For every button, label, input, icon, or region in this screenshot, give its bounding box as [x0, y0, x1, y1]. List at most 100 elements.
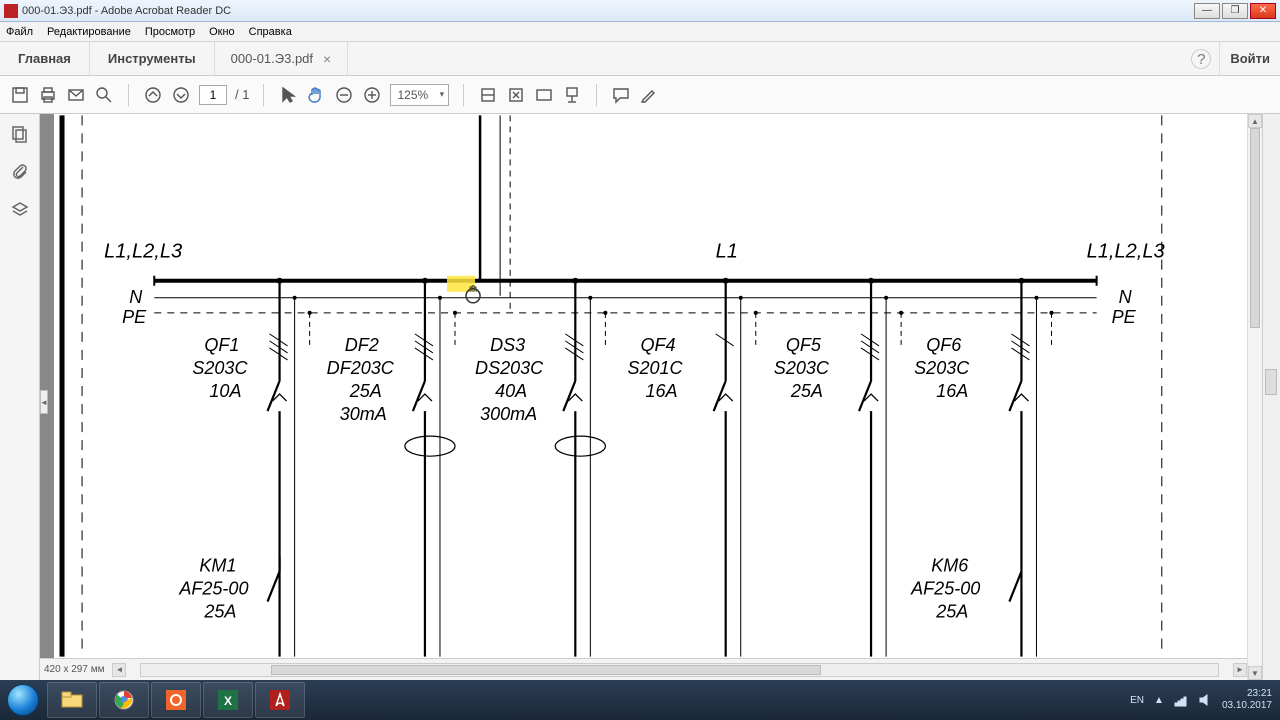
svg-text:QF1: QF1	[204, 335, 239, 355]
taskbar-acrobat[interactable]	[255, 682, 305, 718]
svg-text:PE: PE	[1112, 307, 1137, 327]
tab-close-icon[interactable]: ×	[323, 51, 331, 67]
taskbar: X EN ▲ 23:21 03.10.2017	[0, 680, 1280, 720]
taskbar-excel[interactable]: X	[203, 682, 253, 718]
svg-text:25A: 25A	[935, 602, 968, 622]
svg-text:S203C: S203C	[914, 358, 970, 378]
svg-text:X: X	[224, 694, 232, 708]
zoom-out-icon[interactable]	[334, 85, 354, 105]
page-count: / 1	[235, 87, 249, 102]
maximize-button[interactable]: ❐	[1222, 3, 1248, 19]
help-icon[interactable]: ?	[1191, 49, 1211, 69]
svg-text:N: N	[1119, 287, 1133, 307]
print-icon[interactable]	[38, 85, 58, 105]
tray-lang[interactable]: EN	[1130, 695, 1144, 706]
right-panel[interactable]	[1262, 114, 1280, 680]
svg-text:S203C: S203C	[192, 358, 248, 378]
right-collapse-handle[interactable]	[1265, 369, 1277, 395]
svg-text:40A: 40A	[495, 381, 527, 401]
attachments-icon[interactable]	[10, 162, 30, 182]
svg-text:L1,L2,L3: L1,L2,L3	[104, 241, 182, 263]
tab-document[interactable]: 000-01.Э3.pdf ×	[215, 42, 349, 75]
menu-help[interactable]: Справка	[249, 26, 292, 38]
window-titlebar: 000-01.Э3.pdf - Adobe Acrobat Reader DC …	[0, 0, 1280, 22]
system-tray[interactable]: EN ▲ 23:21 03.10.2017	[1130, 688, 1280, 712]
start-button[interactable]	[0, 680, 46, 720]
select-arrow-icon[interactable]	[278, 85, 298, 105]
tray-network-icon[interactable]	[1174, 693, 1188, 707]
svg-text:S201C: S201C	[627, 358, 683, 378]
svg-text:N: N	[129, 287, 143, 307]
menu-file[interactable]: Файл	[6, 26, 33, 38]
layers-icon[interactable]	[10, 200, 30, 220]
svg-text:25A: 25A	[790, 381, 823, 401]
tab-bar: Главная Инструменты 000-01.Э3.pdf × ? Во…	[0, 42, 1280, 76]
svg-text:16A: 16A	[645, 381, 677, 401]
tray-sound-icon[interactable]	[1198, 693, 1212, 707]
tab-tools[interactable]: Инструменты	[90, 42, 215, 75]
page-up-icon[interactable]	[143, 85, 163, 105]
svg-text:300mA: 300mA	[480, 404, 537, 424]
fullscreen-icon[interactable]	[534, 85, 554, 105]
comment-icon[interactable]	[611, 85, 631, 105]
zoom-in-icon[interactable]	[362, 85, 382, 105]
svg-text:DF2: DF2	[345, 335, 379, 355]
taskbar-explorer[interactable]	[47, 682, 97, 718]
tab-home[interactable]: Главная	[0, 42, 90, 75]
tab-document-label: 000-01.Э3.pdf	[231, 51, 313, 66]
menu-edit[interactable]: Редактирование	[47, 26, 131, 38]
left-collapse-handle[interactable]: ◄	[40, 390, 48, 414]
highlight-icon[interactable]	[639, 85, 659, 105]
taskbar-chrome[interactable]	[99, 682, 149, 718]
svg-text:25A: 25A	[203, 602, 236, 622]
svg-text:QF5: QF5	[786, 335, 822, 355]
svg-text:10A: 10A	[209, 381, 241, 401]
svg-text:DS203C: DS203C	[475, 358, 544, 378]
svg-text:KM6: KM6	[931, 555, 969, 575]
tray-clock[interactable]: 23:21 03.10.2017	[1222, 688, 1272, 712]
svg-text:16A: 16A	[936, 381, 968, 401]
svg-text:30mA: 30mA	[340, 404, 387, 424]
page-down-icon[interactable]	[171, 85, 191, 105]
svg-text:DS3: DS3	[490, 335, 525, 355]
document-viewport[interactable]: L1,L2,L3 N PE L1,L2,L3 N PE L1	[40, 114, 1247, 680]
svg-text:AF25-00: AF25-00	[910, 579, 980, 599]
window-title: 000-01.Э3.pdf - Adobe Acrobat Reader DC	[22, 5, 1194, 17]
hand-tool-icon[interactable]	[306, 85, 326, 105]
close-button[interactable]: ✕	[1250, 3, 1276, 19]
pdf-page: L1,L2,L3 N PE L1,L2,L3 N PE L1	[54, 114, 1247, 658]
svg-text:QF6: QF6	[926, 335, 962, 355]
page-number-input[interactable]	[199, 85, 227, 105]
thumbnails-icon[interactable]	[10, 124, 30, 144]
electrical-diagram: L1,L2,L3 N PE L1,L2,L3 N PE L1	[54, 114, 1247, 658]
svg-text:QF4: QF4	[640, 335, 675, 355]
svg-text:S203C: S203C	[774, 358, 830, 378]
svg-text:DF203C: DF203C	[327, 358, 395, 378]
left-panel	[0, 114, 40, 680]
signin-button[interactable]: Войти	[1219, 42, 1280, 75]
taskbar-app-orange[interactable]	[151, 682, 201, 718]
tray-flag-icon[interactable]: ▲	[1154, 695, 1164, 706]
search-icon[interactable]	[94, 85, 114, 105]
mail-icon[interactable]	[66, 85, 86, 105]
tray-date: 03.10.2017	[1222, 700, 1272, 712]
minimize-button[interactable]: —	[1194, 3, 1220, 19]
svg-text:AF25-00: AF25-00	[178, 579, 248, 599]
toolbar: / 1 125%	[0, 76, 1280, 114]
read-mode-icon[interactable]	[562, 85, 582, 105]
menu-window[interactable]: Окно	[209, 26, 235, 38]
tray-time: 23:21	[1222, 688, 1272, 700]
zoom-value: 125%	[397, 88, 428, 102]
svg-text:L1,L2,L3: L1,L2,L3	[1087, 241, 1165, 263]
menu-bar: Файл Редактирование Просмотр Окно Справк…	[0, 22, 1280, 42]
fit-width-icon[interactable]	[478, 85, 498, 105]
zoom-select[interactable]: 125%	[390, 84, 449, 106]
horizontal-scrollbar[interactable]: 420 x 297 мм ◄ ►	[40, 658, 1247, 680]
vertical-scrollbar[interactable]: ▲ ▼	[1247, 114, 1262, 680]
svg-text:25A: 25A	[349, 381, 382, 401]
fit-page-icon[interactable]	[506, 85, 526, 105]
svg-text:PE: PE	[122, 307, 147, 327]
svg-text:L1: L1	[716, 241, 738, 263]
save-icon[interactable]	[10, 85, 30, 105]
menu-view[interactable]: Просмотр	[145, 26, 195, 38]
